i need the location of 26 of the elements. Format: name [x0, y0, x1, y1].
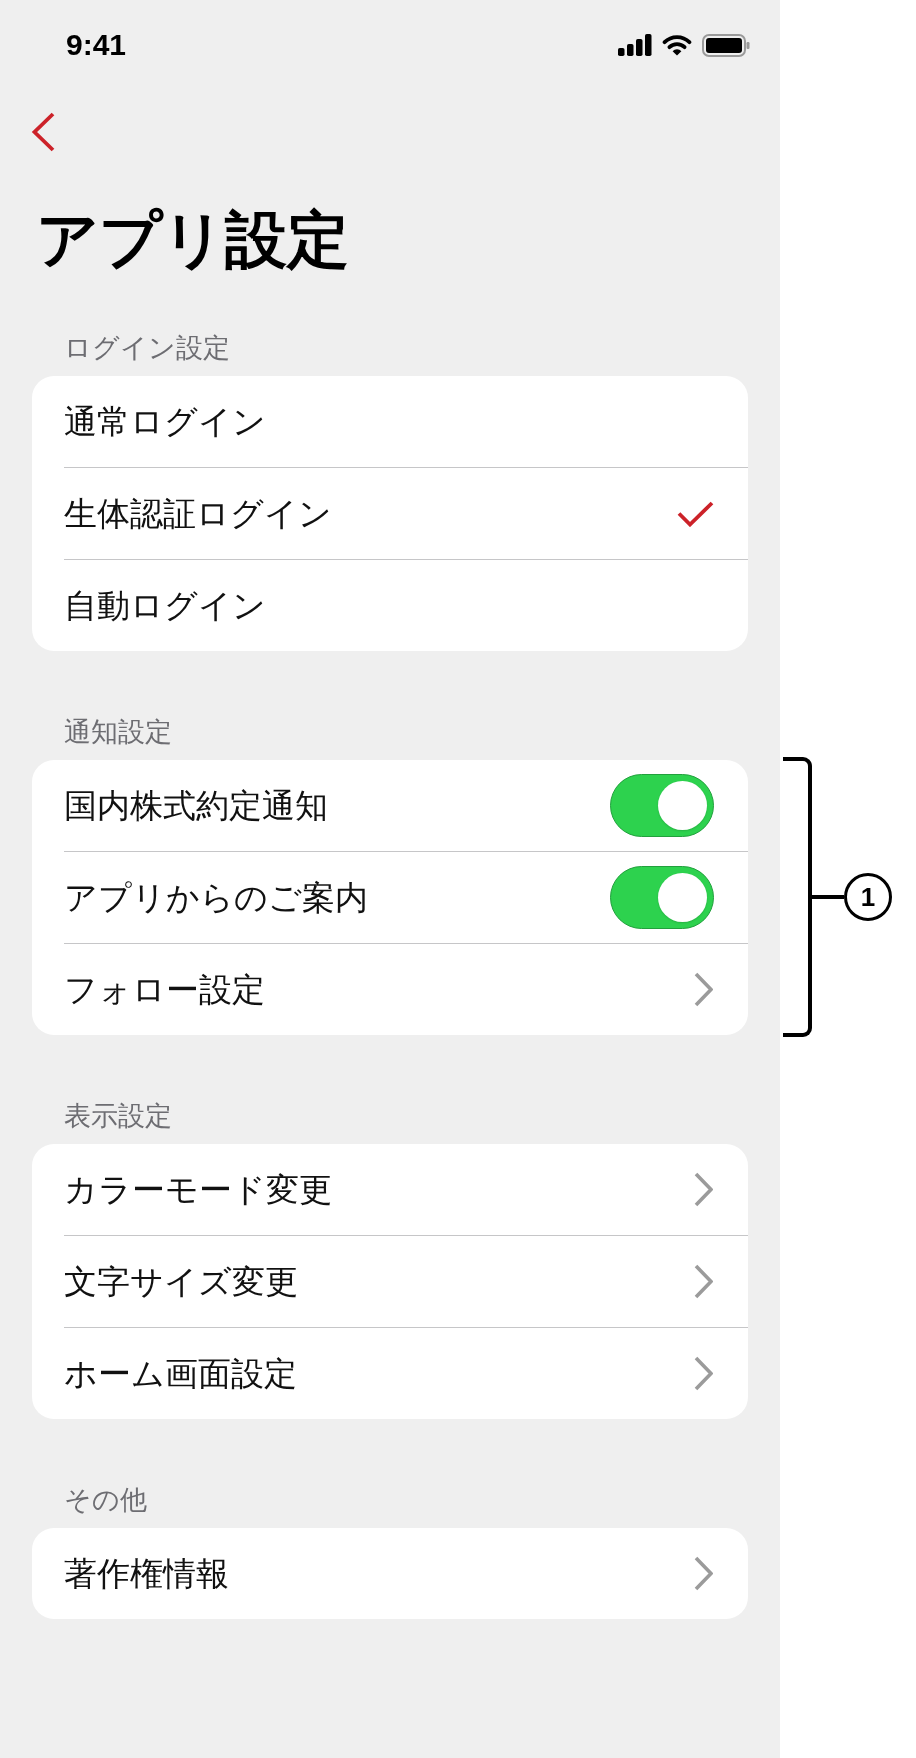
login-option[interactable]: 通常ログイン — [32, 376, 748, 467]
settings-link[interactable]: 文字サイズ変更 — [32, 1236, 748, 1327]
page-title: アプリ設定 — [36, 204, 349, 276]
login-option[interactable]: 生体認証ログイン — [32, 468, 748, 559]
chevron-right-icon — [694, 972, 713, 1007]
section-header: 通知設定 — [64, 715, 172, 749]
chevron-right-icon — [694, 1556, 713, 1591]
back-icon[interactable] — [31, 112, 55, 152]
section-header: ログイン設定 — [64, 331, 230, 365]
login-option[interactable]: 自動ログイン — [32, 560, 748, 651]
settings-link[interactable]: ホーム画面設定 — [32, 1328, 748, 1419]
setting-label: 国内株式約定通知 — [64, 785, 328, 826]
settings-link[interactable]: フォロー設定 — [32, 944, 748, 1035]
section-header: 表示設定 — [64, 1099, 172, 1133]
status-time: 9:41 — [66, 28, 127, 62]
section-header: その他 — [64, 1483, 147, 1517]
settings-link[interactable]: カラーモード変更 — [32, 1144, 748, 1235]
settings-link[interactable]: 著作権情報 — [32, 1528, 748, 1619]
chevron-right-icon — [694, 1264, 713, 1299]
signal-icon — [618, 34, 652, 56]
setting-label: アプリからのご案内 — [64, 877, 368, 918]
chevron-right-icon — [694, 1172, 713, 1207]
battery-icon — [702, 33, 750, 57]
chevron-right-icon — [694, 1356, 713, 1391]
wifi-icon — [662, 34, 692, 56]
callout-number: 1 — [844, 873, 892, 921]
